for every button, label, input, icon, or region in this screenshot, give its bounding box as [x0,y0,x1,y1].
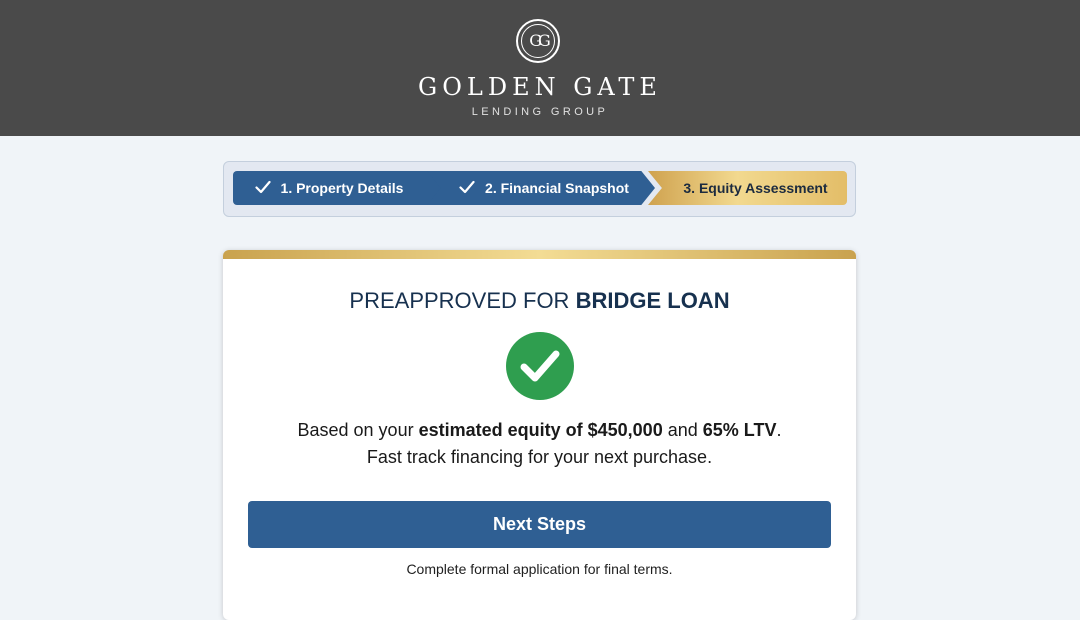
step-equity-assessment[interactable]: 3. Equity Assessment [648,171,847,205]
check-icon [459,180,475,197]
step-label: 3. Equity Assessment [683,180,828,196]
title-prefix: PREAPPROVED FOR [349,288,570,313]
summary-prefix: Based on your [297,420,414,440]
next-steps-button[interactable]: Next Steps [248,501,831,548]
financing-tagline: Fast track financing for your next purch… [366,447,713,467]
equity-summary: Based on your estimated equity of $450,0… [223,419,856,441]
site-header: GG GOLDEN GATE LENDING GROUP [0,0,1080,136]
step-financial-snapshot[interactable]: 2. Financial Snapshot [427,171,655,205]
brand-subtitle: LENDING GROUP [471,106,609,118]
summary-period: . [776,420,782,440]
summary-and: and [667,420,698,440]
check-icon [254,180,271,197]
step-label: 2. Financial Snapshot [485,180,629,196]
logo-icon: GG [516,19,560,63]
page-title: PREAPPROVED FOR BRIDGE LOAN [223,288,856,314]
card-accent-stripe [223,250,856,259]
summary-equity: estimated equity of $450,000 [418,420,663,440]
step-label: 1. Property Details [280,180,404,196]
brand-name: GOLDEN GATE [418,73,662,101]
preapproval-card: PREAPPROVED FOR BRIDGE LOAN Based on you… [223,250,856,620]
logo-monogram: GG [529,31,551,50]
application-note: Complete formal application for final te… [406,561,673,577]
progress-stepper: 1. Property Details 2. Financial Snapsho… [223,161,856,217]
summary-ltv: 65% LTV [702,420,777,440]
step-property-details[interactable]: 1. Property Details [233,171,443,205]
success-check-icon [506,332,574,400]
title-loan-type: BRIDGE LOAN [575,288,730,313]
